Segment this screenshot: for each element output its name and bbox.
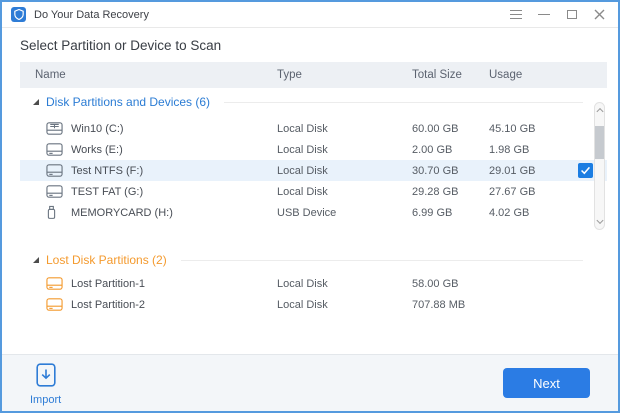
scrollbar-thumb[interactable] (595, 126, 604, 159)
partition-table: Name Type Total Size Usage Disk Partitio… (20, 62, 607, 315)
collapse-arrow-icon[interactable] (32, 256, 40, 264)
column-header-total-size: Total Size (412, 69, 489, 81)
usb-icon (46, 205, 64, 220)
column-header-name: Name (20, 69, 277, 81)
section-header[interactable]: Lost Disk Partitions (2) (20, 250, 607, 270)
column-header-type: Type (277, 69, 412, 81)
next-button[interactable]: Next (503, 368, 590, 398)
import-button[interactable]: Import (30, 363, 61, 406)
disk-icon (46, 184, 64, 199)
maximize-icon[interactable] (565, 8, 578, 21)
windows-disk-icon (46, 121, 64, 136)
scroll-up-icon[interactable] (596, 108, 603, 115)
hamburger-menu-icon[interactable] (509, 8, 522, 21)
partition-type: Local Disk (277, 299, 412, 311)
app-logo-shield-icon (11, 7, 26, 22)
window-controls (509, 8, 618, 21)
scroll-down-icon[interactable] (596, 217, 603, 224)
partition-total-size: 707.88 MB (412, 299, 489, 311)
partition-type: Local Disk (277, 186, 412, 198)
disk-icon (46, 142, 64, 157)
partition-name: Lost Partition-2 (71, 299, 145, 311)
partition-name: Test NTFS (F:) (71, 165, 143, 177)
partition-name: Win10 (C:) (71, 123, 124, 135)
title-bar: Do Your Data Recovery (2, 2, 618, 28)
section-divider-line (224, 102, 583, 103)
lost-disk-icon (46, 276, 64, 291)
window-title: Do Your Data Recovery (34, 9, 149, 21)
disk-icon (46, 163, 64, 178)
partition-name: TEST FAT (G:) (71, 186, 143, 198)
table-row[interactable]: TEST FAT (G:) Local Disk29.28 GB27.67 GB (20, 181, 607, 202)
app-window: Do Your Data Recovery Select Partition o… (0, 0, 620, 413)
partition-usage: 27.67 GB (489, 186, 578, 198)
partition-total-size: 58.00 GB (412, 278, 489, 290)
partition-type: Local Disk (277, 123, 412, 135)
import-file-icon (36, 363, 56, 392)
footer-bar: Import Next (2, 354, 618, 411)
section-label: Disk Partitions and Devices (6) (46, 95, 210, 109)
table-row[interactable]: Lost Partition-2 Local Disk707.88 MB (20, 294, 607, 315)
table-header-row: Name Type Total Size Usage (20, 62, 607, 88)
partition-total-size: 60.00 GB (412, 123, 489, 135)
minimize-icon[interactable] (537, 8, 550, 21)
partition-usage: 4.02 GB (489, 207, 578, 219)
partition-usage: 29.01 GB (489, 165, 578, 177)
table-row[interactable]: Win10 (C:) Local Disk60.00 GB45.10 GB (20, 118, 607, 139)
lost-disk-icon (46, 297, 64, 312)
section-divider-line (181, 260, 583, 261)
row-checkbox[interactable] (578, 163, 593, 178)
close-icon[interactable] (593, 8, 606, 21)
partition-total-size: 29.28 GB (412, 186, 489, 198)
partition-total-size: 6.99 GB (412, 207, 489, 219)
partition-name: Lost Partition-1 (71, 278, 145, 290)
table-row[interactable]: Test NTFS (F:) Local Disk30.70 GB29.01 GB (20, 160, 607, 181)
partition-type: USB Device (277, 207, 412, 219)
table-row[interactable]: Works (E:) Local Disk2.00 GB1.98 GB (20, 139, 607, 160)
partition-name: Works (E:) (71, 144, 123, 156)
section-header[interactable]: Disk Partitions and Devices (6) (20, 92, 607, 112)
vertical-scrollbar[interactable] (594, 102, 605, 230)
table-body: Disk Partitions and Devices (6) Win10 (C:… (20, 92, 607, 315)
import-button-label: Import (30, 394, 61, 406)
partition-usage: 1.98 GB (489, 144, 578, 156)
partition-total-size: 2.00 GB (412, 144, 489, 156)
partition-total-size: 30.70 GB (412, 165, 489, 177)
collapse-arrow-icon[interactable] (32, 98, 40, 106)
column-header-usage: Usage (489, 69, 578, 81)
partition-type: Local Disk (277, 165, 412, 177)
table-row[interactable]: MEMORYCARD (H:) USB Device6.99 GB4.02 GB (20, 202, 607, 223)
partition-type: Local Disk (277, 278, 412, 290)
table-row[interactable]: Lost Partition-1 Local Disk58.00 GB (20, 273, 607, 294)
section-label: Lost Disk Partitions (2) (46, 253, 167, 267)
partition-type: Local Disk (277, 144, 412, 156)
partition-usage: 45.10 GB (489, 123, 578, 135)
partition-name: MEMORYCARD (H:) (71, 207, 173, 219)
page-title: Select Partition or Device to Scan (20, 38, 221, 53)
